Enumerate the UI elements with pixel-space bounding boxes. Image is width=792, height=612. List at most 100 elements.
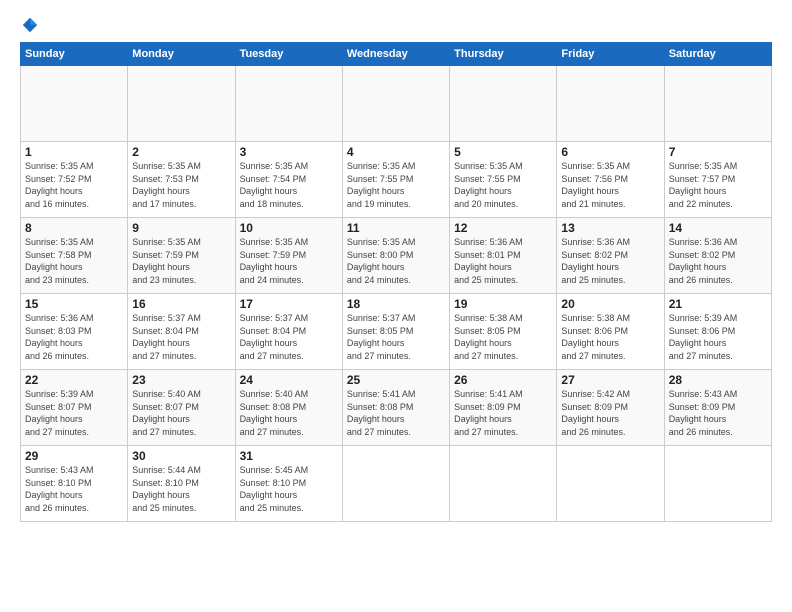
day-info: Sunrise: 5:35 AMSunset: 7:59 PMDaylight … [240, 237, 309, 285]
day-number: 1 [25, 145, 123, 159]
day-info: Sunrise: 5:39 AMSunset: 8:07 PMDaylight … [25, 389, 94, 437]
day-info: Sunrise: 5:39 AMSunset: 8:06 PMDaylight … [669, 313, 738, 361]
calendar-week-row: 1 Sunrise: 5:35 AMSunset: 7:52 PMDayligh… [21, 142, 772, 218]
day-info: Sunrise: 5:35 AMSunset: 7:56 PMDaylight … [561, 161, 630, 209]
calendar-cell: 21 Sunrise: 5:39 AMSunset: 8:06 PMDaylig… [664, 294, 771, 370]
calendar-cell: 22 Sunrise: 5:39 AMSunset: 8:07 PMDaylig… [21, 370, 128, 446]
calendar-table: Sunday Monday Tuesday Wednesday Thursday… [20, 42, 772, 522]
calendar-cell [342, 446, 449, 522]
calendar-cell: 12 Sunrise: 5:36 AMSunset: 8:01 PMDaylig… [450, 218, 557, 294]
calendar-cell [557, 446, 664, 522]
day-number: 19 [454, 297, 552, 311]
header-monday: Monday [128, 43, 235, 66]
calendar-cell: 4 Sunrise: 5:35 AMSunset: 7:55 PMDayligh… [342, 142, 449, 218]
calendar-cell: 23 Sunrise: 5:40 AMSunset: 8:07 PMDaylig… [128, 370, 235, 446]
day-number: 30 [132, 449, 230, 463]
day-info: Sunrise: 5:42 AMSunset: 8:09 PMDaylight … [561, 389, 630, 437]
calendar-cell: 19 Sunrise: 5:38 AMSunset: 8:05 PMDaylig… [450, 294, 557, 370]
day-info: Sunrise: 5:43 AMSunset: 8:09 PMDaylight … [669, 389, 738, 437]
calendar-cell: 14 Sunrise: 5:36 AMSunset: 8:02 PMDaylig… [664, 218, 771, 294]
calendar-cell [128, 66, 235, 142]
calendar-cell [21, 66, 128, 142]
logo-icon [21, 16, 39, 34]
day-info: Sunrise: 5:41 AMSunset: 8:09 PMDaylight … [454, 389, 523, 437]
calendar-cell: 8 Sunrise: 5:35 AMSunset: 7:58 PMDayligh… [21, 218, 128, 294]
day-number: 29 [25, 449, 123, 463]
calendar-cell: 9 Sunrise: 5:35 AMSunset: 7:59 PMDayligh… [128, 218, 235, 294]
page: Sunday Monday Tuesday Wednesday Thursday… [0, 0, 792, 532]
calendar-cell [664, 66, 771, 142]
day-info: Sunrise: 5:36 AMSunset: 8:01 PMDaylight … [454, 237, 523, 285]
day-number: 21 [669, 297, 767, 311]
day-number: 18 [347, 297, 445, 311]
header-thursday: Thursday [450, 43, 557, 66]
day-info: Sunrise: 5:35 AMSunset: 7:55 PMDaylight … [454, 161, 523, 209]
day-number: 2 [132, 145, 230, 159]
calendar-cell: 11 Sunrise: 5:35 AMSunset: 8:00 PMDaylig… [342, 218, 449, 294]
calendar-cell: 6 Sunrise: 5:35 AMSunset: 7:56 PMDayligh… [557, 142, 664, 218]
day-info: Sunrise: 5:44 AMSunset: 8:10 PMDaylight … [132, 465, 201, 513]
calendar-cell: 10 Sunrise: 5:35 AMSunset: 7:59 PMDaylig… [235, 218, 342, 294]
day-info: Sunrise: 5:45 AMSunset: 8:10 PMDaylight … [240, 465, 309, 513]
day-info: Sunrise: 5:36 AMSunset: 8:02 PMDaylight … [561, 237, 630, 285]
calendar-cell: 7 Sunrise: 5:35 AMSunset: 7:57 PMDayligh… [664, 142, 771, 218]
calendar-cell: 27 Sunrise: 5:42 AMSunset: 8:09 PMDaylig… [557, 370, 664, 446]
day-info: Sunrise: 5:40 AMSunset: 8:07 PMDaylight … [132, 389, 201, 437]
day-number: 12 [454, 221, 552, 235]
day-info: Sunrise: 5:40 AMSunset: 8:08 PMDaylight … [240, 389, 309, 437]
header-sunday: Sunday [21, 43, 128, 66]
day-info: Sunrise: 5:35 AMSunset: 7:57 PMDaylight … [669, 161, 738, 209]
day-number: 9 [132, 221, 230, 235]
calendar-cell: 30 Sunrise: 5:44 AMSunset: 8:10 PMDaylig… [128, 446, 235, 522]
calendar-week-row: 15 Sunrise: 5:36 AMSunset: 8:03 PMDaylig… [21, 294, 772, 370]
calendar-cell: 20 Sunrise: 5:38 AMSunset: 8:06 PMDaylig… [557, 294, 664, 370]
calendar-cell: 25 Sunrise: 5:41 AMSunset: 8:08 PMDaylig… [342, 370, 449, 446]
day-info: Sunrise: 5:37 AMSunset: 8:04 PMDaylight … [132, 313, 201, 361]
calendar-cell: 26 Sunrise: 5:41 AMSunset: 8:09 PMDaylig… [450, 370, 557, 446]
day-info: Sunrise: 5:43 AMSunset: 8:10 PMDaylight … [25, 465, 94, 513]
calendar-cell: 13 Sunrise: 5:36 AMSunset: 8:02 PMDaylig… [557, 218, 664, 294]
day-info: Sunrise: 5:41 AMSunset: 8:08 PMDaylight … [347, 389, 416, 437]
calendar-cell [450, 66, 557, 142]
day-number: 25 [347, 373, 445, 387]
day-number: 26 [454, 373, 552, 387]
day-info: Sunrise: 5:35 AMSunset: 7:58 PMDaylight … [25, 237, 94, 285]
calendar-cell [450, 446, 557, 522]
day-info: Sunrise: 5:35 AMSunset: 8:00 PMDaylight … [347, 237, 416, 285]
day-number: 13 [561, 221, 659, 235]
header-wednesday: Wednesday [342, 43, 449, 66]
day-info: Sunrise: 5:35 AMSunset: 7:54 PMDaylight … [240, 161, 309, 209]
calendar-week-row: 29 Sunrise: 5:43 AMSunset: 8:10 PMDaylig… [21, 446, 772, 522]
day-number: 15 [25, 297, 123, 311]
day-number: 22 [25, 373, 123, 387]
calendar-cell: 15 Sunrise: 5:36 AMSunset: 8:03 PMDaylig… [21, 294, 128, 370]
day-number: 28 [669, 373, 767, 387]
day-number: 20 [561, 297, 659, 311]
calendar-week-row: 8 Sunrise: 5:35 AMSunset: 7:58 PMDayligh… [21, 218, 772, 294]
calendar-cell: 17 Sunrise: 5:37 AMSunset: 8:04 PMDaylig… [235, 294, 342, 370]
calendar-cell: 31 Sunrise: 5:45 AMSunset: 8:10 PMDaylig… [235, 446, 342, 522]
day-info: Sunrise: 5:37 AMSunset: 8:05 PMDaylight … [347, 313, 416, 361]
day-number: 17 [240, 297, 338, 311]
calendar-header: Sunday Monday Tuesday Wednesday Thursday… [21, 43, 772, 66]
weekday-header-row: Sunday Monday Tuesday Wednesday Thursday… [21, 43, 772, 66]
day-number: 6 [561, 145, 659, 159]
day-number: 10 [240, 221, 338, 235]
calendar-cell: 2 Sunrise: 5:35 AMSunset: 7:53 PMDayligh… [128, 142, 235, 218]
calendar-week-row: 22 Sunrise: 5:39 AMSunset: 8:07 PMDaylig… [21, 370, 772, 446]
day-number: 4 [347, 145, 445, 159]
calendar-cell [557, 66, 664, 142]
calendar-cell: 16 Sunrise: 5:37 AMSunset: 8:04 PMDaylig… [128, 294, 235, 370]
header-saturday: Saturday [664, 43, 771, 66]
calendar-cell: 3 Sunrise: 5:35 AMSunset: 7:54 PMDayligh… [235, 142, 342, 218]
calendar-cell [342, 66, 449, 142]
day-number: 16 [132, 297, 230, 311]
calendar-cell: 28 Sunrise: 5:43 AMSunset: 8:09 PMDaylig… [664, 370, 771, 446]
day-number: 7 [669, 145, 767, 159]
day-info: Sunrise: 5:35 AMSunset: 7:53 PMDaylight … [132, 161, 201, 209]
day-number: 14 [669, 221, 767, 235]
day-number: 11 [347, 221, 445, 235]
day-number: 24 [240, 373, 338, 387]
header-friday: Friday [557, 43, 664, 66]
day-number: 5 [454, 145, 552, 159]
